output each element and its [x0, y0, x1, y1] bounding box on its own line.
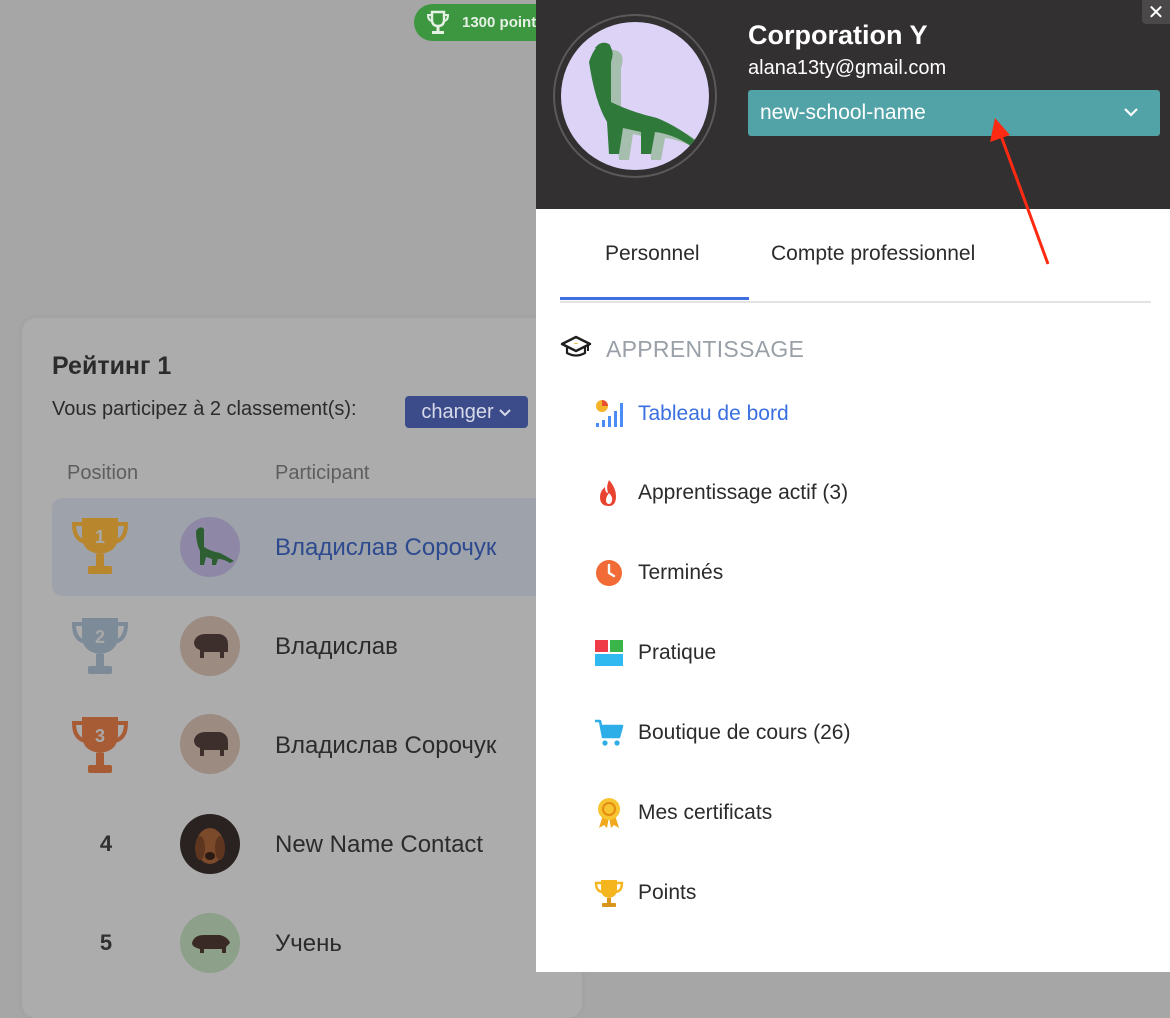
gold-trophy-icon: 1 [70, 514, 130, 578]
flame-icon [594, 478, 624, 508]
boar-avatar[interactable] [180, 913, 240, 973]
organization-name: Corporation Y [748, 20, 928, 50]
menu-item-practice[interactable]: Pratique [594, 638, 716, 668]
dashboard-chart-icon [594, 399, 624, 429]
participant-name[interactable]: New Name Contact [275, 831, 483, 859]
menu-item-label: Apprentissage actif (3) [638, 481, 849, 504]
participant-name[interactable]: Владислав Сорочук [275, 732, 496, 760]
menu-item-label: Pratique [638, 641, 717, 664]
drawer-header: ✕ Corporation Y alana13ty@gmail.com new-… [536, 0, 1170, 209]
close-icon: ✕ [1147, 1, 1165, 24]
menu-item-active-learning[interactable]: Apprentissage actif (3) [594, 478, 848, 508]
column-header-position: Position [67, 462, 139, 484]
profile-tabs: Personnel Compte professionnel [560, 220, 1151, 303]
tab-personnel[interactable]: Personnel [605, 242, 700, 266]
chevron-down-icon [498, 401, 512, 424]
active-tab-indicator [560, 297, 749, 300]
profile-avatar[interactable] [553, 14, 717, 178]
participant-name[interactable]: Владислав Сорочук [275, 534, 496, 562]
rating-subtitle: Vous participez à 2 classement(s): [52, 398, 357, 420]
section-header: APPRENTISSAGE [560, 334, 804, 365]
menu-item-label: Mes certificats [638, 801, 773, 824]
dog-photo-avatar[interactable] [180, 814, 240, 874]
trophy-icon [426, 10, 450, 36]
clock-icon [594, 558, 624, 588]
dino-avatar[interactable] [180, 517, 240, 577]
grid-blocks-icon [594, 638, 624, 668]
change-rating-label: changer [421, 400, 494, 423]
chevron-down-icon [1122, 103, 1140, 127]
menu-item-completed[interactable]: Terminés [594, 558, 723, 588]
menu-item-label: Points [638, 881, 697, 904]
participant-name[interactable]: Владислав [275, 633, 398, 661]
rating-title: Рейтинг 1 [52, 352, 172, 380]
close-button[interactable]: ✕ [1142, 0, 1170, 24]
menu-item-dashboard[interactable]: Tableau de bord [594, 399, 789, 429]
menu-item-label: Terminés [638, 561, 724, 584]
bison-avatar[interactable] [180, 616, 240, 676]
profile-drawer: ✕ Corporation Y alana13ty@gmail.com new-… [536, 0, 1170, 972]
points-text: 1300 points [462, 14, 545, 31]
shopping-cart-icon [594, 718, 624, 748]
rank-number: 4 [99, 831, 113, 856]
column-header-participant: Participant [275, 462, 370, 484]
svg-text:1: 1 [95, 527, 105, 547]
silver-trophy-icon: 2 [70, 614, 130, 678]
dinosaur-avatar-image [561, 22, 709, 170]
bronze-trophy-icon: 3 [70, 713, 130, 777]
menu-item-label: Tableau de bord [638, 402, 789, 425]
bison-avatar[interactable] [180, 714, 240, 774]
menu-item-course-shop[interactable]: Boutique de cours (26) [594, 718, 850, 748]
trophy-icon [594, 878, 624, 908]
menu-item-points[interactable]: Points [594, 878, 696, 908]
school-select[interactable]: new-school-name [748, 90, 1160, 136]
section-label: APPRENTISSAGE [606, 336, 805, 362]
participant-name[interactable]: Учень [275, 930, 342, 958]
menu-item-label: Boutique de cours (26) [638, 721, 851, 744]
school-select-value: new-school-name [760, 101, 926, 124]
tab-compte-professionnel[interactable]: Compte professionnel [771, 242, 975, 266]
rank-number: 5 [99, 930, 113, 955]
svg-text:3: 3 [95, 726, 105, 746]
change-rating-button[interactable]: changer [405, 396, 528, 428]
svg-text:2: 2 [95, 627, 105, 647]
graduation-cap-icon [560, 334, 592, 365]
certificate-badge-icon [594, 798, 624, 828]
menu-item-certificates[interactable]: Mes certificats [594, 798, 772, 828]
user-email: alana13ty@gmail.com [748, 57, 947, 79]
